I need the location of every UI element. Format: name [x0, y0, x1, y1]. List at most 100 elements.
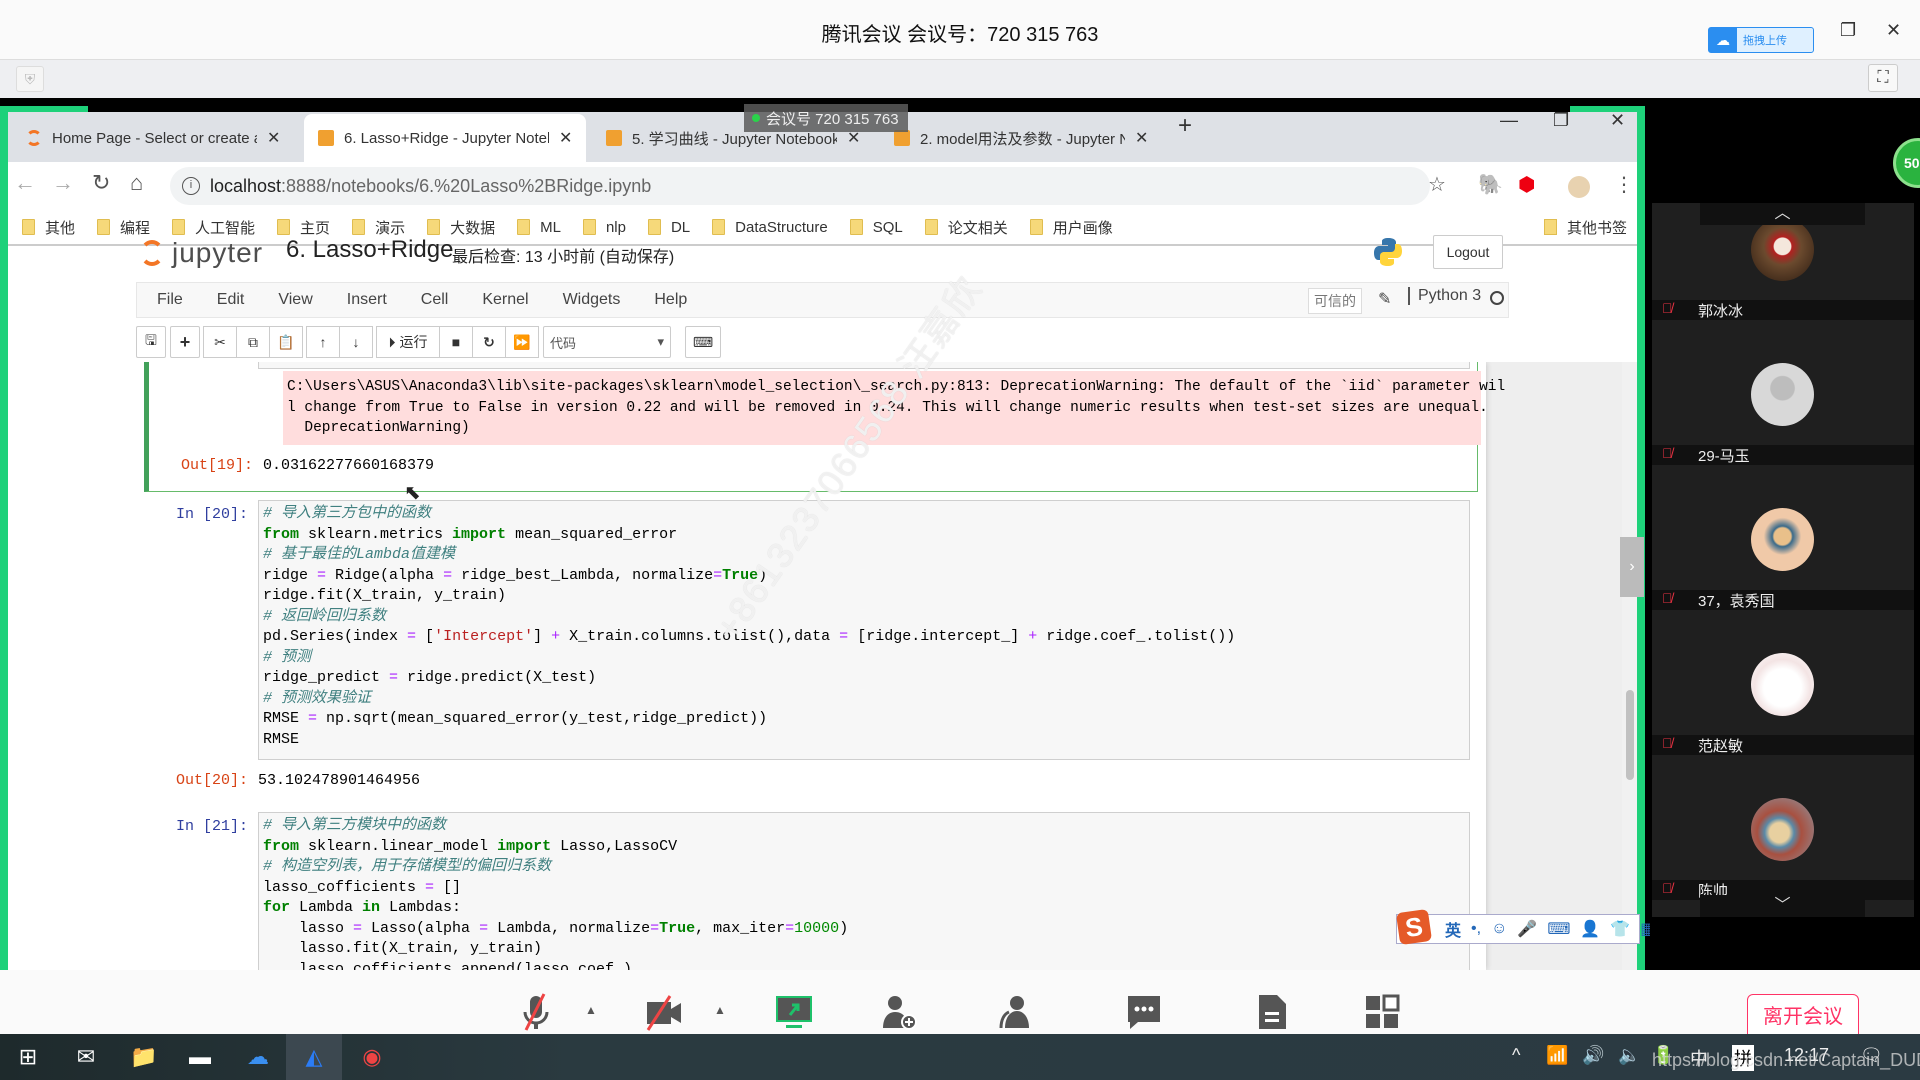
invite-button[interactable] [877, 990, 921, 1034]
volume-icon[interactable]: 🔊 [1582, 1045, 1604, 1066]
restore-window-icon[interactable]: ❐ [1840, 20, 1856, 41]
insert-cell-button[interactable]: + [170, 326, 200, 358]
notebook-name[interactable]: 6. Lasso+Ridge [286, 236, 453, 264]
notebook-scrollbar[interactable] [1622, 362, 1637, 970]
chrome-menu-icon[interactable]: ⋮ [1614, 172, 1634, 197]
bookmark-folder[interactable]: 主页 [277, 217, 330, 238]
menu-cell[interactable]: Cell [421, 291, 449, 309]
new-tab-button[interactable]: + [1178, 112, 1192, 140]
ime-toolbar[interactable]: 英 •, ☺ 🎤 ⌨ 👤 👕 ▦ [1396, 914, 1655, 944]
forward-icon[interactable]: → [52, 170, 74, 196]
share-screen-button[interactable] [772, 990, 816, 1034]
close-tab-icon[interactable]: ✕ [559, 128, 572, 148]
emoji-icon[interactable]: ☺ [1491, 920, 1507, 938]
user-icon[interactable]: 👤 [1580, 919, 1600, 939]
mic-options-caret-icon[interactable]: ▲ [585, 1003, 597, 1017]
restart-run-all-button[interactable]: ⏩ [505, 326, 539, 358]
menu-view[interactable]: View [278, 291, 312, 309]
drag-upload-button[interactable]: ☁ 拖拽上传 [1708, 27, 1814, 53]
bookmark-folder[interactable]: nlp [582, 219, 626, 236]
profile-avatar[interactable] [1568, 176, 1590, 198]
scroll-down-chevron-icon[interactable]: ﹀ [1700, 895, 1865, 917]
menu-insert[interactable]: Insert [347, 291, 387, 309]
move-down-button[interactable]: ↓ [339, 326, 373, 358]
paste-button[interactable]: 📋 [269, 326, 303, 358]
menu-file[interactable]: File [157, 291, 183, 309]
other-bookmarks[interactable]: 其他书签 [1543, 217, 1627, 238]
punctuation-icon[interactable]: •, [1471, 920, 1481, 938]
keyboard-icon[interactable]: ⌨ [1547, 919, 1570, 939]
menu-kernel[interactable]: Kernel [482, 291, 528, 309]
minimize-browser-icon[interactable]: — [1500, 110, 1518, 131]
bookmark-folder[interactable]: 编程 [97, 217, 150, 238]
restore-browser-icon[interactable]: ❐ [1553, 110, 1569, 131]
bookmark-star-icon[interactable]: ☆ [1428, 172, 1446, 197]
interrupt-button[interactable]: ■ [439, 326, 473, 358]
fullscreen-icon[interactable]: ⛶ [1868, 64, 1898, 92]
participant-item[interactable]: 🎙̸ 郭冰冰 [1652, 206, 1914, 351]
jupyter-logo[interactable]: jupyter [140, 237, 263, 269]
bookmark-folder[interactable]: 大数据 [427, 217, 495, 238]
skin-icon[interactable]: 👕 [1610, 919, 1630, 939]
restart-button[interactable]: ↻ [472, 326, 506, 358]
bookmark-folder[interactable]: 用户画像 [1029, 217, 1113, 238]
close-browser-icon[interactable]: ✕ [1610, 110, 1625, 131]
menu-help[interactable]: Help [654, 291, 687, 309]
code-editor[interactable]: # 导入第三方包中的函数 from sklearn.metrics import… [258, 500, 1470, 760]
trusted-indicator[interactable]: 可信的 [1308, 288, 1362, 314]
stop-video-button[interactable] [642, 990, 686, 1034]
run-button[interactable]: ⏵ 运行 [376, 326, 440, 358]
participant-item[interactable]: 🎙̸ 范赵敏 [1652, 641, 1914, 786]
move-up-button[interactable]: ↑ [306, 326, 340, 358]
bookmark-folder[interactable]: 人工智能 [172, 217, 255, 238]
command-prompt-icon[interactable]: ▬ [172, 1034, 228, 1080]
logout-button[interactable]: Logout [1433, 235, 1503, 269]
bookmark-folder[interactable]: 论文相关 [924, 217, 1008, 238]
cell-type-select[interactable]: 代码 ▾ [543, 326, 671, 358]
reload-icon[interactable]: ↻ [92, 170, 110, 196]
code-cell-21[interactable]: In [21]: # 导入第三方模块中的函数 from sklearn.line… [144, 812, 1478, 970]
mute-mic-button[interactable] [514, 990, 558, 1034]
tab-lasso-ridge[interactable]: 6. Lasso+Ridge - Jupyter Notebook ✕ [304, 114, 587, 162]
menu-widgets[interactable]: Widgets [563, 291, 621, 309]
apps-button[interactable] [1360, 990, 1404, 1034]
code-editor[interactable]: # 导入第三方模块中的函数 from sklearn.linear_model … [258, 812, 1470, 970]
chat-button[interactable] [1122, 990, 1166, 1034]
manage-participants-button[interactable] [993, 990, 1037, 1034]
mail-icon[interactable]: ✉ [58, 1034, 114, 1080]
security-shield-icon[interactable]: ⛨ [16, 66, 44, 92]
bookmark-folder[interactable]: DL [647, 219, 690, 236]
tencent-meeting-icon[interactable]: ◭ [286, 1034, 342, 1080]
save-button[interactable]: 🖫 [136, 326, 166, 358]
participant-item[interactable]: 🎙̸ 37，袁秀国 [1652, 496, 1914, 641]
cut-button[interactable]: ✂ [203, 326, 237, 358]
close-tab-icon[interactable]: ✕ [267, 128, 280, 148]
participant-item[interactable]: 🎙̸ 29-马玉 [1652, 351, 1914, 496]
bookmark-folder[interactable]: SQL [849, 219, 903, 236]
command-palette-button[interactable]: ⌨ [685, 326, 721, 358]
tab-home-page[interactable]: Home Page - Select or create a notebook ✕ [12, 114, 294, 162]
close-window-icon[interactable]: ✕ [1886, 20, 1901, 41]
menu-edit[interactable]: Edit [217, 291, 245, 309]
home-icon[interactable]: ⌂ [130, 170, 143, 196]
scroll-up-chevron-icon[interactable]: ︿ [1700, 203, 1865, 225]
bookmark-folder[interactable]: 演示 [352, 217, 405, 238]
close-tab-icon[interactable]: ✕ [1135, 128, 1148, 148]
chrome-icon[interactable]: ◉ [344, 1034, 400, 1080]
back-icon[interactable]: ← [14, 170, 36, 196]
bookmark-folder[interactable]: ML [517, 219, 561, 236]
bookmark-folder[interactable]: DataStructure [712, 219, 828, 236]
evernote-extension-icon[interactable]: 🐘 [1478, 172, 1503, 197]
voice-input-icon[interactable]: 🎤 [1517, 919, 1537, 939]
file-explorer-icon[interactable]: 📁 [116, 1034, 172, 1080]
scrollbar-thumb[interactable] [1626, 690, 1634, 780]
bookmark-folder[interactable]: 其他 [22, 217, 75, 238]
adblock-extension-icon[interactable]: ⬢ [1518, 172, 1535, 197]
expand-side-panel-button[interactable]: › [1620, 537, 1644, 597]
speaker-app-icon[interactable]: 🔈 [1618, 1045, 1640, 1066]
tab-model-usage[interactable]: 2. model用法及参数 - Jupyter Notebook ✕ [880, 114, 1162, 162]
start-windows-icon[interactable]: ⊞ [0, 1034, 56, 1080]
copy-button[interactable]: ⧉ [236, 326, 270, 358]
baidu-netdisk-icon[interactable]: ☁ [230, 1034, 286, 1080]
site-info-icon[interactable]: i [182, 177, 200, 195]
